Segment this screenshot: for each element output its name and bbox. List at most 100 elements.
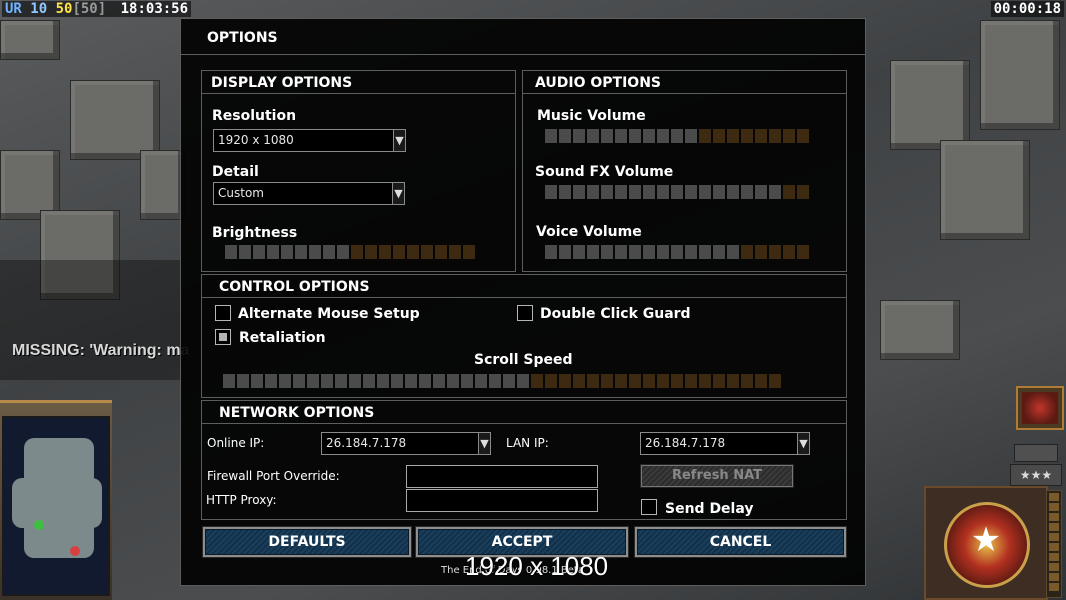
double-click-guard-label[interactable]: Double Click Guard [540, 306, 691, 322]
detail-dropdown[interactable]: Custom ▼ [213, 182, 405, 205]
slider-segment[interactable] [253, 245, 265, 259]
slider-segment[interactable] [587, 374, 599, 388]
slider-segment[interactable] [223, 374, 235, 388]
slider-segment[interactable] [741, 129, 753, 143]
slider-segment[interactable] [601, 374, 613, 388]
slider-segment[interactable] [421, 245, 433, 259]
slider-segment[interactable] [295, 245, 307, 259]
alternate-mouse-label[interactable]: Alternate Mouse Setup [238, 306, 420, 322]
slider-segment[interactable] [783, 129, 795, 143]
slider-segment[interactable] [503, 374, 515, 388]
slider-segment[interactable] [657, 185, 669, 199]
slider-segment[interactable] [643, 374, 655, 388]
slider-segment[interactable] [657, 129, 669, 143]
slider-segment[interactable] [391, 374, 403, 388]
double-click-guard-checkbox[interactable] [517, 305, 533, 321]
slider-segment[interactable] [573, 245, 585, 259]
slider-segment[interactable] [531, 374, 543, 388]
slider-segment[interactable] [363, 374, 375, 388]
slider-segment[interactable] [435, 245, 447, 259]
slider-segment[interactable] [267, 245, 279, 259]
lan-ip-dropdown[interactable]: 26.184.7.178 ▼ [640, 432, 810, 455]
slider-segment[interactable] [281, 245, 293, 259]
slider-segment[interactable] [351, 245, 363, 259]
slider-segment[interactable] [559, 185, 571, 199]
slider-segment[interactable] [755, 245, 767, 259]
slider-segment[interactable] [615, 245, 627, 259]
slider-segment[interactable] [545, 129, 557, 143]
scroll-speed-slider[interactable] [223, 374, 781, 388]
slider-segment[interactable] [615, 185, 627, 199]
slider-segment[interactable] [293, 374, 305, 388]
chevron-down-icon[interactable]: ▼ [797, 433, 809, 454]
slider-segment[interactable] [265, 374, 277, 388]
slider-segment[interactable] [727, 245, 739, 259]
collapse-button[interactable] [1014, 444, 1058, 462]
slider-segment[interactable] [475, 374, 487, 388]
retaliation-label[interactable]: Retaliation [239, 330, 326, 346]
slider-segment[interactable] [545, 374, 557, 388]
slider-segment[interactable] [629, 245, 641, 259]
slider-segment[interactable] [573, 374, 585, 388]
slider-segment[interactable] [449, 245, 461, 259]
slider-segment[interactable] [601, 245, 613, 259]
slider-segment[interactable] [239, 245, 251, 259]
slider-segment[interactable] [685, 245, 697, 259]
slider-segment[interactable] [797, 245, 809, 259]
slider-segment[interactable] [755, 374, 767, 388]
slider-segment[interactable] [377, 374, 389, 388]
voice-volume-slider[interactable] [545, 245, 809, 259]
slider-segment[interactable] [559, 374, 571, 388]
http-proxy-input[interactable] [406, 489, 598, 512]
slider-segment[interactable] [587, 245, 599, 259]
slider-segment[interactable] [405, 374, 417, 388]
slider-segment[interactable] [699, 245, 711, 259]
send-delay-checkbox[interactable] [641, 499, 657, 515]
resolution-dropdown[interactable]: 1920 x 1080 ▼ [213, 129, 406, 152]
defaults-button[interactable]: DEFAULTS [202, 526, 412, 558]
chevron-down-icon[interactable]: ▼ [392, 183, 404, 204]
retaliation-checkbox[interactable] [215, 329, 231, 345]
slider-segment[interactable] [783, 245, 795, 259]
slider-segment[interactable] [741, 374, 753, 388]
slider-segment[interactable] [601, 129, 613, 143]
slider-segment[interactable] [379, 245, 391, 259]
slider-segment[interactable] [559, 245, 571, 259]
slider-segment[interactable] [393, 245, 405, 259]
slider-segment[interactable] [643, 245, 655, 259]
slider-segment[interactable] [279, 374, 291, 388]
slider-segment[interactable] [615, 129, 627, 143]
slider-segment[interactable] [461, 374, 473, 388]
general-powers-button[interactable] [1016, 386, 1064, 430]
slider-segment[interactable] [517, 374, 529, 388]
chevron-down-icon[interactable]: ▼ [393, 130, 405, 151]
slider-segment[interactable] [685, 185, 697, 199]
music-volume-slider[interactable] [545, 129, 809, 143]
slider-segment[interactable] [601, 185, 613, 199]
slider-segment[interactable] [545, 245, 557, 259]
brightness-slider[interactable] [225, 245, 475, 259]
slider-segment[interactable] [463, 245, 475, 259]
slider-segment[interactable] [629, 185, 641, 199]
slider-segment[interactable] [657, 245, 669, 259]
slider-segment[interactable] [755, 185, 767, 199]
slider-segment[interactable] [643, 129, 655, 143]
slider-segment[interactable] [699, 374, 711, 388]
slider-segment[interactable] [309, 245, 321, 259]
slider-segment[interactable] [685, 129, 697, 143]
slider-segment[interactable] [321, 374, 333, 388]
refresh-nat-button[interactable]: Refresh NAT [640, 464, 794, 488]
send-delay-label[interactable]: Send Delay [665, 501, 754, 517]
slider-segment[interactable] [433, 374, 445, 388]
slider-segment[interactable] [699, 129, 711, 143]
slider-segment[interactable] [769, 245, 781, 259]
slider-segment[interactable] [755, 129, 767, 143]
sound-fx-volume-slider[interactable] [545, 185, 809, 199]
slider-segment[interactable] [657, 374, 669, 388]
slider-segment[interactable] [335, 374, 347, 388]
slider-segment[interactable] [365, 245, 377, 259]
slider-segment[interactable] [671, 129, 683, 143]
slider-segment[interactable] [685, 374, 697, 388]
slider-segment[interactable] [797, 185, 809, 199]
slider-segment[interactable] [573, 129, 585, 143]
